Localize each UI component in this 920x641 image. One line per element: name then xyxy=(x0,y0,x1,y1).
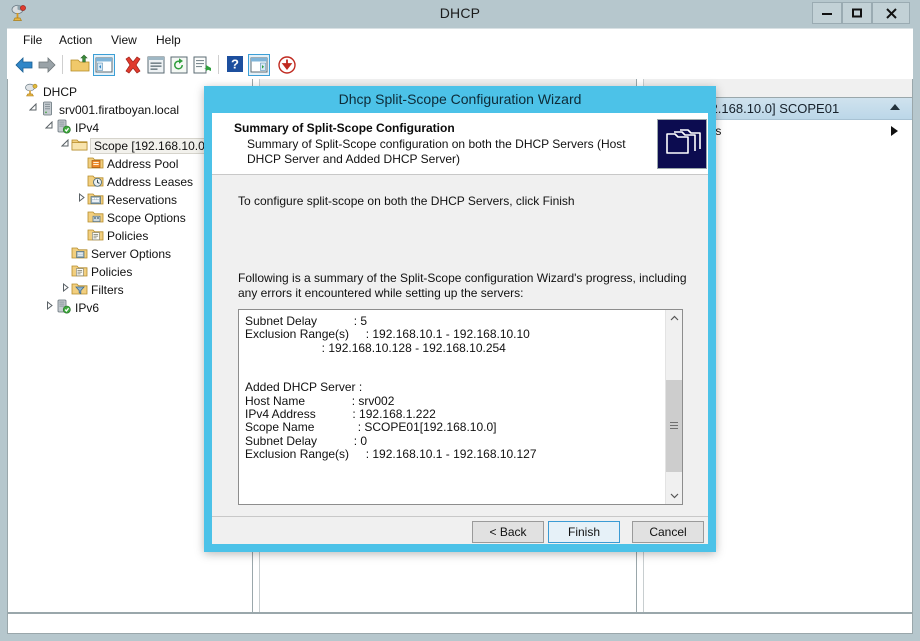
wizard-summary-text: Subnet Delay : 5 Exclusion Range(s) : 19… xyxy=(245,314,537,461)
tree-node-label: IPv6 xyxy=(75,300,100,315)
tree-node-label: Policies xyxy=(91,264,133,279)
chevron-down-icon[interactable] xyxy=(43,119,55,137)
tree-node-label: Address Pool xyxy=(107,156,179,171)
ipv6-icon xyxy=(55,299,72,314)
dhcp-console-window: DHCP File Action View Help ? DHCP srv001… xyxy=(0,0,920,641)
chevron-right-icon[interactable] xyxy=(43,299,55,317)
chevron-down-icon[interactable] xyxy=(27,101,39,119)
split-scope-wizard-dialog: Dhcp Split-Scope Configuration Wizard Su… xyxy=(204,86,716,552)
folders-stack-icon xyxy=(657,119,707,169)
tree-node-label: IPv4 xyxy=(75,120,100,135)
up-chevron-icon[interactable] xyxy=(666,310,682,327)
delete-icon[interactable] xyxy=(122,54,144,76)
tree-node-label: Policies xyxy=(107,228,149,243)
toolbar: ? xyxy=(7,50,913,79)
back-icon[interactable] xyxy=(13,54,35,76)
wizard-description: Following is a summary of the Split-Scop… xyxy=(238,271,687,300)
policies-icon xyxy=(87,227,104,242)
tree-node-label: Filters xyxy=(91,282,124,297)
menu-action[interactable]: Action xyxy=(53,32,98,49)
maximize-button[interactable] xyxy=(842,2,872,24)
properties-icon[interactable] xyxy=(145,54,167,76)
chevron-right-icon[interactable] xyxy=(59,281,71,299)
wizard-title: Dhcp Split-Scope Configuration Wizard xyxy=(338,91,582,107)
wizard-summary-scrollbar[interactable] xyxy=(665,310,682,504)
menu-bar: File Action View Help xyxy=(7,28,913,50)
policies-icon xyxy=(71,263,88,278)
show-hide-action-pane-icon[interactable] xyxy=(248,54,270,76)
wizard-body: Summary of Split-Scope Configuration Sum… xyxy=(212,113,708,544)
window-titlebar: DHCP xyxy=(0,0,920,28)
tree-node-label: Server Options xyxy=(91,246,172,261)
reservations-icon xyxy=(87,191,104,206)
chevron-down-icon[interactable] xyxy=(59,137,71,155)
menu-view[interactable]: View xyxy=(105,32,143,49)
cancel-button[interactable]: Cancel xyxy=(632,521,704,543)
ipv4-icon xyxy=(55,119,72,134)
toolbar-separator xyxy=(62,55,63,74)
wizard-header-subtitle: Summary of Split-Scope configuration on … xyxy=(247,137,626,166)
show-hide-console-tree-icon[interactable] xyxy=(93,54,115,76)
scope-options-icon xyxy=(87,209,104,224)
menu-file[interactable]: File xyxy=(17,32,48,49)
tree-node-label: Address Leases xyxy=(107,174,194,189)
tree-node-label: Scope Options xyxy=(107,210,186,225)
scrollbar-grip-icon xyxy=(670,422,678,429)
dhcp-root-icon xyxy=(23,83,40,98)
down-chevron-icon[interactable] xyxy=(666,487,682,504)
status-bar xyxy=(7,612,913,634)
chevron-right-icon[interactable] xyxy=(75,191,87,209)
tree-node-label: srv001.firatboyan.local xyxy=(59,102,180,117)
down-arrow-icon[interactable] xyxy=(276,54,298,76)
menu-help[interactable]: Help xyxy=(150,32,187,49)
up-one-level-icon[interactable] xyxy=(69,54,91,76)
export-list-icon[interactable] xyxy=(191,54,213,76)
window-title: DHCP xyxy=(439,5,481,21)
address-leases-icon xyxy=(87,173,104,188)
tree-node-label: Reservations xyxy=(107,192,178,207)
close-button[interactable] xyxy=(872,2,910,24)
forward-icon[interactable] xyxy=(36,54,58,76)
help-icon[interactable]: ? xyxy=(225,54,247,76)
finish-button[interactable]: Finish xyxy=(548,521,620,543)
chevron-up-icon xyxy=(890,104,900,110)
filters-icon xyxy=(71,281,88,296)
svg-text:?: ? xyxy=(231,57,239,72)
server-options-icon xyxy=(71,245,88,260)
wizard-summary-textarea[interactable]: Subnet Delay : 5 Exclusion Range(s) : 19… xyxy=(238,309,683,505)
wizard-instruction: To configure split-scope on both the DHC… xyxy=(238,194,575,208)
tree-node-label: DHCP xyxy=(43,84,78,99)
chevron-right-icon xyxy=(891,126,898,136)
refresh-icon[interactable] xyxy=(168,54,190,76)
scope-folder-icon xyxy=(71,137,88,152)
toolbar-separator xyxy=(218,55,219,74)
minimize-button[interactable] xyxy=(812,2,842,24)
wizard-header: Summary of Split-Scope Configuration Sum… xyxy=(212,113,708,175)
wizard-footer-divider xyxy=(212,516,708,517)
back-button[interactable]: < Back xyxy=(472,521,544,543)
wizard-header-title: Summary of Split-Scope Configuration xyxy=(234,121,455,135)
address-pool-icon xyxy=(87,155,104,170)
scrollbar-thumb[interactable] xyxy=(666,380,682,472)
server-icon xyxy=(39,101,56,116)
